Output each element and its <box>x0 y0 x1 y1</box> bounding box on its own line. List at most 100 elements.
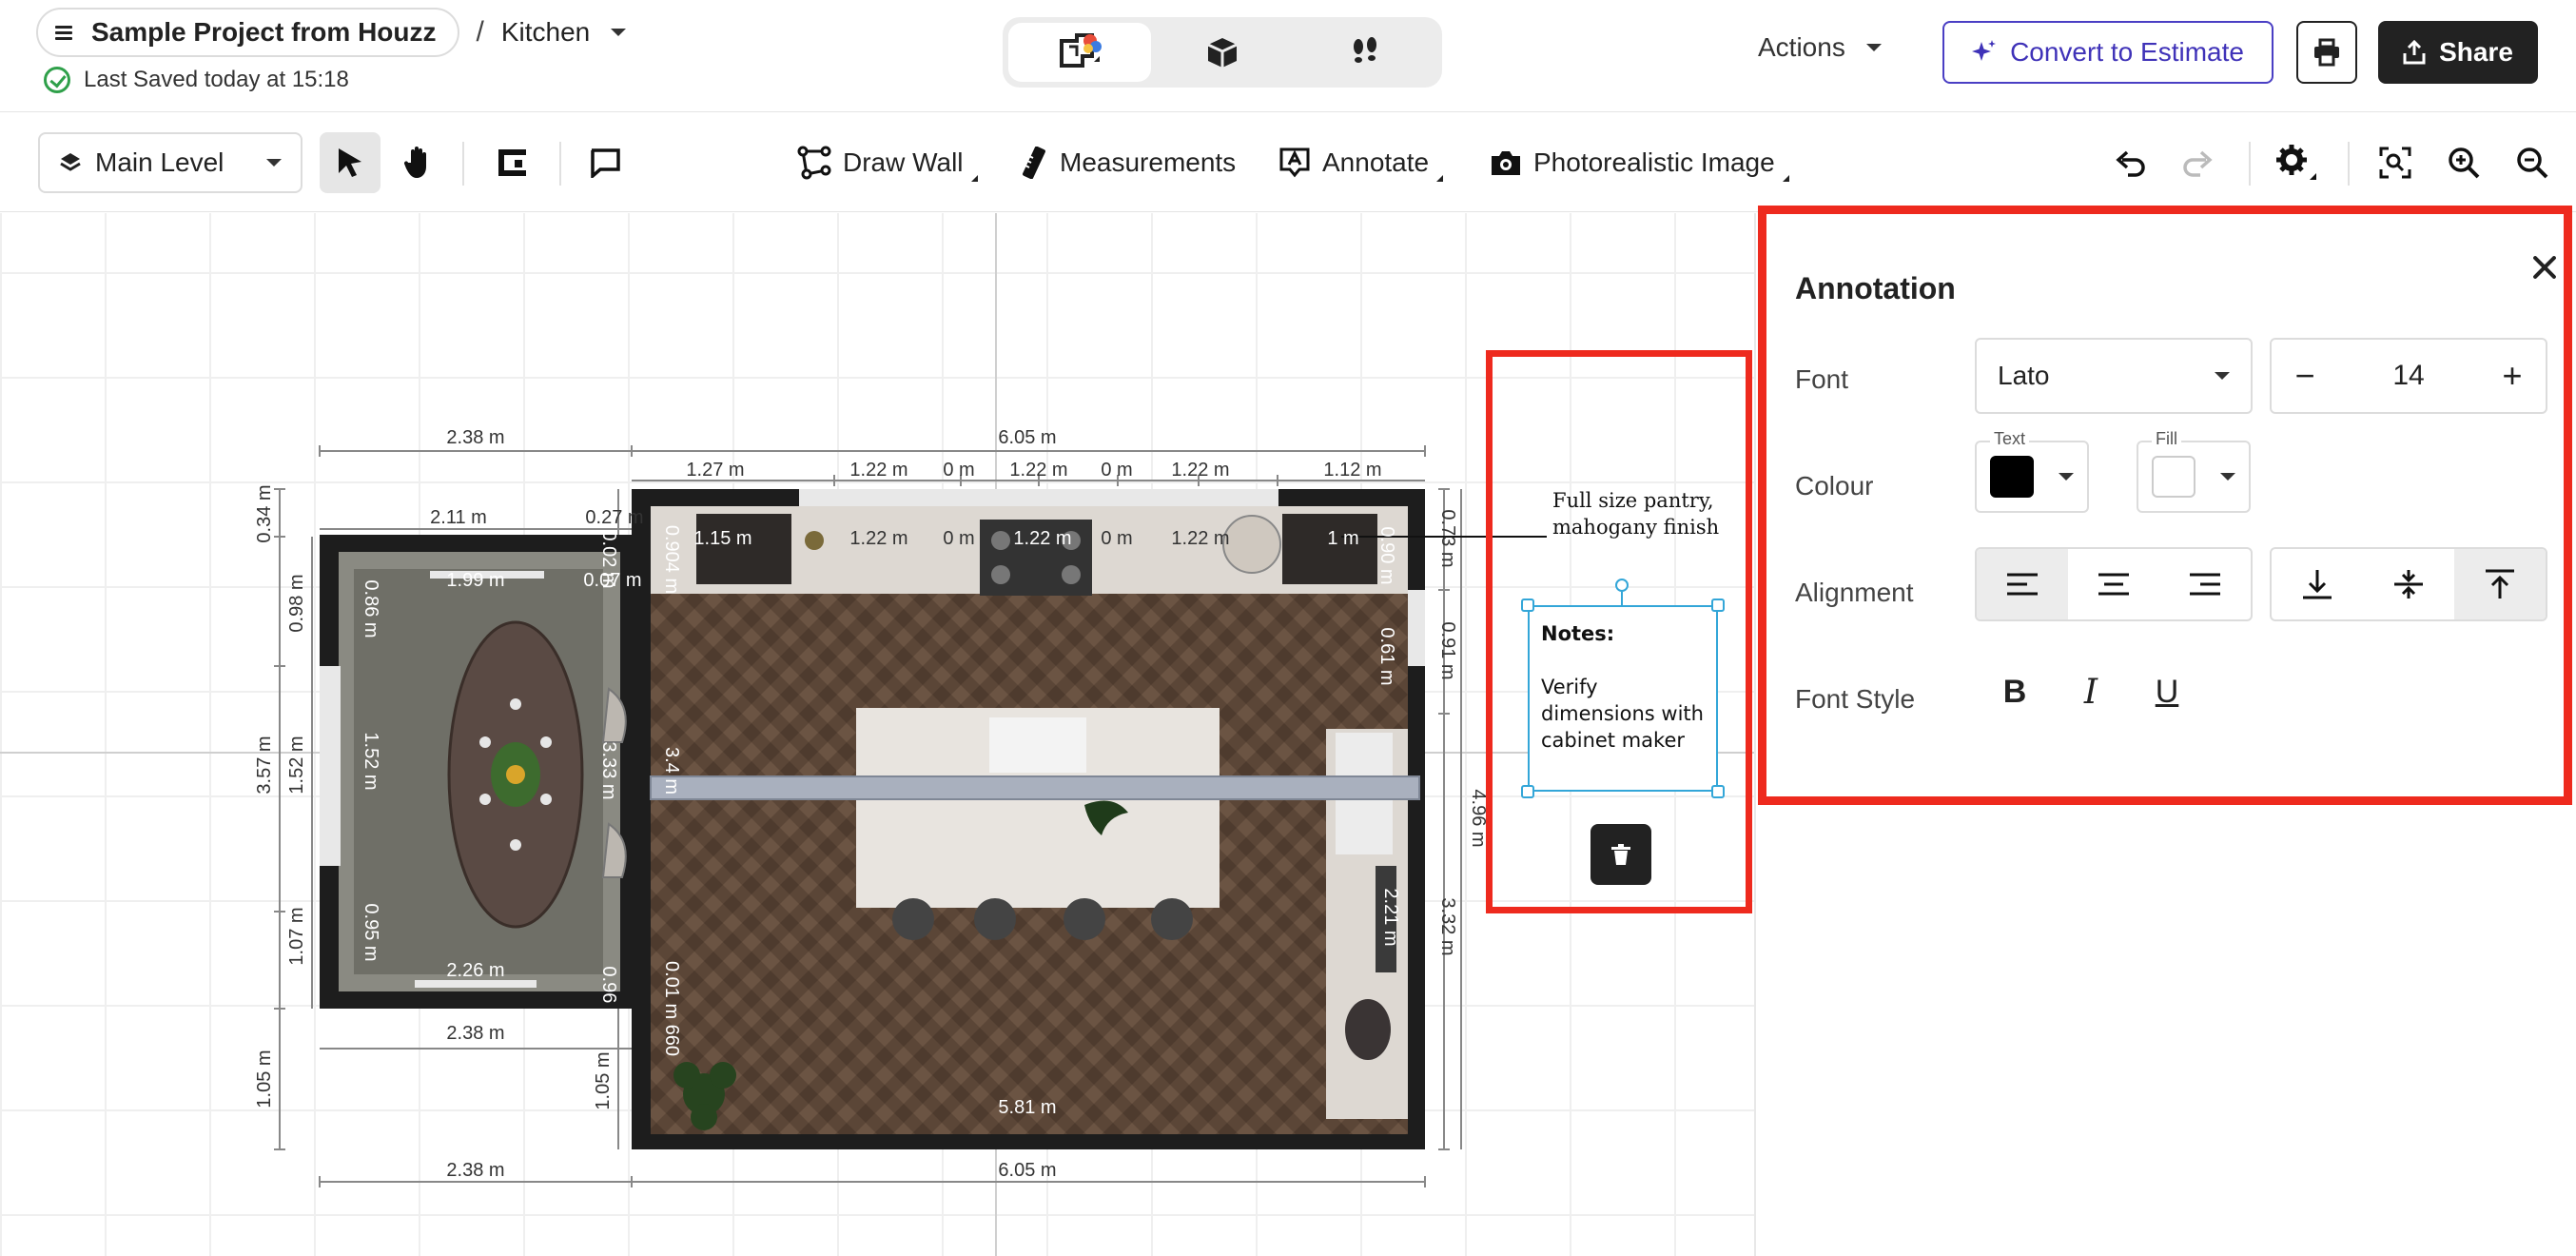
room-name[interactable]: Kitchen <box>501 17 590 48</box>
dim-label: 0.61 m <box>1376 627 1397 685</box>
comment-icon <box>591 148 620 178</box>
resize-handle-bottom-left[interactable] <box>1521 785 1534 798</box>
dim-label: 0 m <box>1101 460 1132 481</box>
chevron-down-icon <box>2215 372 2230 380</box>
submenu-indicator-icon <box>1436 175 1444 182</box>
toolbar-divider <box>2249 142 2251 186</box>
rotate-handle[interactable] <box>1615 579 1629 592</box>
align-top-icon <box>2486 569 2514 599</box>
dim-label: 0 m <box>943 528 974 549</box>
bold-button[interactable]: B <box>1986 663 2043 720</box>
dim-label: 0.96 m <box>598 966 619 1024</box>
notes-annotation[interactable]: Notes: Verify dimensions with cabinet ma… <box>1528 605 1718 792</box>
zoom-in-button[interactable] <box>2433 132 2494 193</box>
delete-annotation-button[interactable] <box>1590 824 1651 885</box>
level-select-value: Main Level <box>95 147 224 177</box>
align-left-button[interactable] <box>1977 549 2068 619</box>
valign-bottom-button[interactable] <box>2272 549 2363 619</box>
zoom-out-button[interactable] <box>2502 132 2563 193</box>
notes-annotation-line: dimensions with <box>1541 702 1704 725</box>
dim-label: 3.4 m <box>661 747 682 795</box>
actions-menu[interactable]: Actions <box>1758 32 1882 63</box>
convert-to-estimate-button[interactable]: Convert to Estimate <box>1942 21 2274 84</box>
font-size-value[interactable]: 14 <box>2392 360 2424 392</box>
chevron-down-icon <box>1865 44 1882 51</box>
fit-to-screen-button[interactable] <box>2365 132 2426 193</box>
resize-handle-top-left[interactable] <box>1521 599 1534 612</box>
project-menu-button[interactable]: Sample Project from Houzz <box>36 8 459 57</box>
dim-label: 0.91 m <box>1437 621 1458 679</box>
toolbar-divider <box>559 142 561 186</box>
kitchen-room[interactable] <box>632 489 1547 1149</box>
breadcrumb-separator: / <box>476 16 484 48</box>
save-status-text: Last Saved today at 15:18 <box>84 67 349 92</box>
redo-button[interactable] <box>2167 132 2228 193</box>
dim-label: 1.22 m <box>1171 460 1229 481</box>
dim-label: 0.86 m <box>361 579 381 638</box>
resize-handle-bottom-right[interactable] <box>1711 785 1725 798</box>
dim-label: 2.38 m <box>446 427 504 448</box>
dim-label: 0.34 m <box>254 484 275 542</box>
saved-check-icon <box>44 67 70 93</box>
settings-button[interactable] <box>2266 132 2327 193</box>
notes-annotation-line: Verify <box>1541 676 1598 698</box>
print-button[interactable] <box>2296 21 2357 84</box>
sparkle-icon <box>1972 40 1997 61</box>
resize-handle-top-right[interactable] <box>1711 599 1725 612</box>
font-size-stepper: − 14 + <box>2270 338 2547 414</box>
view-2d-button[interactable] <box>1008 23 1151 82</box>
photorealistic-image-button[interactable]: Photorealistic Image <box>1490 132 1789 193</box>
dim-label: 0.27 m <box>585 507 643 528</box>
underline-button[interactable]: U <box>2138 663 2195 720</box>
font-family-select[interactable]: Lato <box>1975 338 2253 414</box>
bold-icon: B <box>2002 673 2027 710</box>
italic-button[interactable]: I <box>2062 663 2119 720</box>
valign-top-button[interactable] <box>2454 549 2546 619</box>
draw-wall-button[interactable]: Draw Wall <box>797 132 978 193</box>
3d-box-icon <box>1207 38 1238 68</box>
valign-middle-button[interactable] <box>2363 549 2454 619</box>
select-tool-button[interactable] <box>320 132 381 193</box>
measurements-button[interactable]: Measurements <box>1020 132 1236 193</box>
decrease-font-size-button[interactable]: − <box>2291 356 2319 396</box>
editor-toolbar: Main Level Draw Wall Measurements Annota… <box>0 113 2576 212</box>
dim-label: 0.904 m <box>661 525 682 594</box>
view-mode-switch <box>1003 17 1442 88</box>
dim-label: 1.05 m <box>254 1050 275 1108</box>
close-icon[interactable] <box>2531 254 2558 281</box>
annotate-button[interactable]: Annotate <box>1278 132 1444 193</box>
align-bottom-icon <box>2303 570 2332 599</box>
view-3d-button[interactable] <box>1151 23 1294 82</box>
dim-label: 2.38 m <box>446 1160 504 1181</box>
align-center-button[interactable] <box>2068 549 2159 619</box>
2d-plan-icon <box>1060 33 1102 68</box>
fill-colour-picker[interactable]: Fill <box>2137 429 2251 513</box>
zoom-fit-icon <box>2379 147 2411 179</box>
actions-label: Actions <box>1758 32 1845 62</box>
comment-tool-button[interactable] <box>575 132 635 193</box>
underline-icon: U <box>2155 673 2179 710</box>
undo-button[interactable] <box>2100 132 2161 193</box>
dim-label: 0.02 m <box>598 530 619 588</box>
dim-label: 3.32 m <box>1437 897 1458 955</box>
increase-font-size-button[interactable]: + <box>2498 356 2527 396</box>
text-colour-picker[interactable]: Text <box>1975 429 2089 513</box>
room-chevron-down-icon[interactable] <box>611 29 627 36</box>
italic-icon: I <box>2083 672 2098 712</box>
save-status: Last Saved today at 15:18 <box>44 67 349 93</box>
notes-annotation-title: Notes: <box>1541 622 1615 645</box>
room-tool-button[interactable] <box>483 132 544 193</box>
toolbar-divider <box>2348 142 2350 186</box>
align-middle-icon <box>2394 570 2423 599</box>
share-button[interactable]: Share <box>2378 21 2538 84</box>
view-walkthrough-button[interactable] <box>1294 23 1436 82</box>
align-right-button[interactable] <box>2159 549 2251 619</box>
wall-segment-icon <box>498 149 526 176</box>
dim-label: 2.11 m <box>430 507 487 528</box>
walkthrough-footsteps-icon <box>1354 37 1376 63</box>
level-select[interactable]: Main Level <box>38 132 302 193</box>
draw-wall-label: Draw Wall <box>843 147 964 177</box>
redo-icon <box>2183 150 2213 177</box>
pan-tool-button[interactable] <box>388 132 449 193</box>
dim-label: 0.95 m <box>361 903 381 961</box>
